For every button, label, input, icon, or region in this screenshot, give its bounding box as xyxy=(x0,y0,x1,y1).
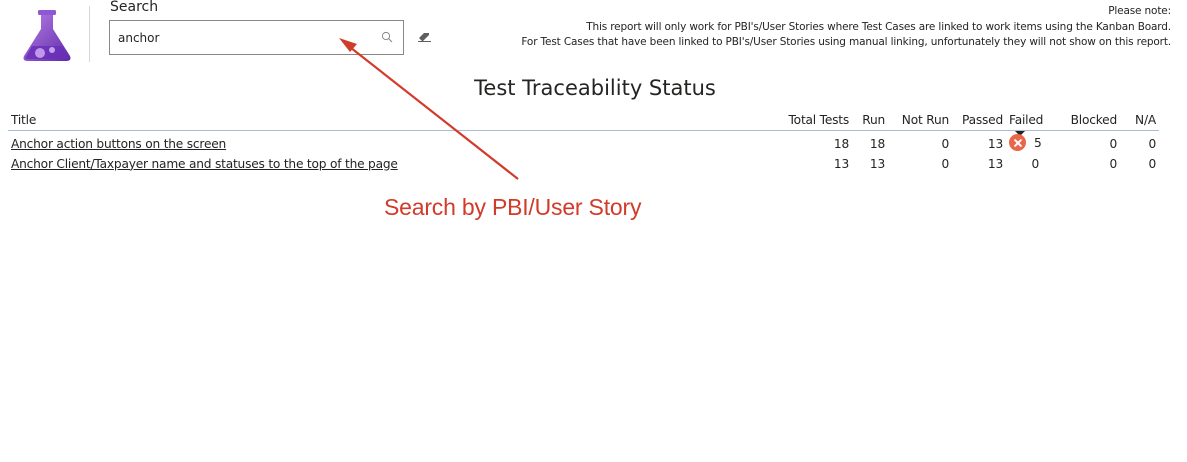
table-row: Anchor Client/Taxpayer name and statuses… xyxy=(8,154,1159,173)
row-title-link[interactable]: Anchor Client/Taxpayer name and statuses… xyxy=(11,157,398,171)
column-header-title[interactable]: Title xyxy=(8,110,775,131)
column-header-total-tests[interactable]: Total Tests xyxy=(775,110,852,131)
cell-blocked: 0 xyxy=(1109,137,1117,151)
table-row: Anchor action buttons on the screen 18 1… xyxy=(8,131,1159,155)
x-circle-icon xyxy=(1009,134,1026,151)
note-line-kanban: This report will only work for PBI's/Use… xyxy=(586,20,1171,33)
cell-failed-value: 0 xyxy=(1031,156,1039,171)
cell-total-tests: 13 xyxy=(833,156,849,171)
note-heading: Please note: xyxy=(1108,5,1171,17)
traceability-table: Title Total Tests Run Not Run Passed Fai… xyxy=(8,110,1159,173)
cell-failed-value: 5 xyxy=(1034,135,1042,150)
flask-icon xyxy=(23,10,71,61)
column-header-passed[interactable]: Passed xyxy=(952,110,1006,131)
search-box[interactable] xyxy=(109,20,404,55)
annotation-arrow xyxy=(339,38,519,180)
cell-passed: 13 xyxy=(987,156,1003,171)
cell-not-run: 0 xyxy=(941,137,949,151)
column-header-na[interactable]: N/A xyxy=(1120,110,1159,131)
cell-na: 0 xyxy=(1148,156,1156,171)
report-note: Please note: This report will only work … xyxy=(521,4,1171,51)
cell-run: 13 xyxy=(869,156,885,171)
column-header-failed[interactable]: Failed xyxy=(1006,110,1056,131)
search-input[interactable] xyxy=(118,29,368,47)
cell-run: 18 xyxy=(869,137,885,151)
cell-total-tests: 18 xyxy=(833,137,849,151)
cell-passed: 13 xyxy=(987,137,1003,151)
annotation-callout: Search by PBI/User Story xyxy=(384,194,642,220)
cell-failed: 0 xyxy=(1006,154,1056,173)
column-header-not-run[interactable]: Not Run xyxy=(888,110,952,131)
cell-na: 0 xyxy=(1148,137,1156,151)
column-header-blocked[interactable]: Blocked xyxy=(1056,110,1120,131)
eraser-icon[interactable] xyxy=(418,32,431,42)
note-line-manual: For Test Cases that have been linked to … xyxy=(521,36,1171,49)
column-header-run[interactable]: Run xyxy=(852,110,888,131)
cell-failed: 5 xyxy=(1006,131,1056,155)
search-label: Search xyxy=(110,0,159,15)
search-icon[interactable] xyxy=(381,31,393,43)
row-title-link[interactable]: Anchor action buttons on the screen xyxy=(11,137,226,151)
table-header-row: Title Total Tests Run Not Run Passed Fai… xyxy=(8,110,1159,131)
report-title: Test Traceability Status xyxy=(474,76,716,100)
cell-not-run: 0 xyxy=(941,156,949,171)
cell-blocked: 0 xyxy=(1109,156,1117,171)
header-divider xyxy=(89,6,90,62)
